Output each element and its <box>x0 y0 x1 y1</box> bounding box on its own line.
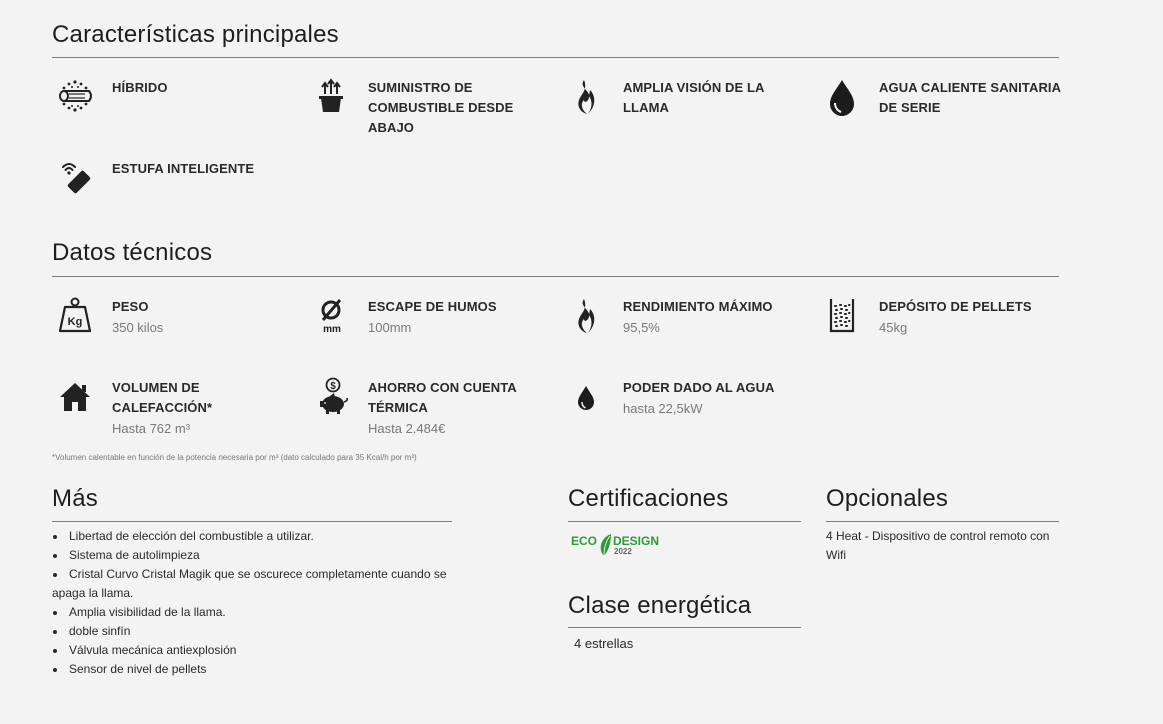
feature-estufa-inteligente: ESTUFA INTELIGENTE <box>52 159 282 197</box>
diameter-mm-icon: mm <box>308 295 354 335</box>
list-item: Sistema de autolimpieza <box>52 546 452 565</box>
svg-text:$: $ <box>330 381 336 392</box>
flame-icon <box>563 76 609 116</box>
feature-agua-caliente: AGUA CALIENTE SANITARIA DE SERIE <box>819 78 1064 118</box>
dato-value: hasta 22,5kW <box>623 401 703 416</box>
section-divider <box>568 627 801 628</box>
feature-label: SUMINISTRO DE COMBUSTIBLE DESDE ABAJO <box>368 80 514 135</box>
section-divider <box>568 521 801 522</box>
piggy-bank-icon: $ <box>308 376 354 416</box>
dato-label: AHORRO CON CUENTA TÉRMICA <box>368 380 517 415</box>
svg-text:mm: mm <box>323 324 341 335</box>
section-title-opcionales: Opcionales <box>826 485 949 512</box>
mas-list: Libertad de elección del combustible a u… <box>52 527 452 679</box>
water-drop-icon <box>819 76 865 116</box>
footnote: *Volumen calentable en función de la pot… <box>52 453 417 462</box>
badge-design-text: DESIGN <box>613 534 659 548</box>
clase-value: 4 estrellas <box>574 636 634 651</box>
list-item: Libertad de elección del combustible a u… <box>52 527 452 546</box>
badge-eco-text: ECO <box>571 534 597 548</box>
dato-value: Hasta 762 m³ <box>112 421 191 436</box>
water-drop-icon <box>563 376 609 416</box>
kg-weight-icon: Kg <box>52 295 98 335</box>
feature-vision-llama: AMPLIA VISIÓN DE LA LLAMA <box>563 78 813 118</box>
dato-label: ESCAPE DE HUMOS <box>368 299 497 314</box>
list-item: Cristal Curvo Cristal Magik que se oscur… <box>52 565 452 603</box>
dato-volumen: VOLUMEN DE CALEFACCIÓN* Hasta 762 m³ <box>52 378 297 439</box>
feature-label: AGUA CALIENTE SANITARIA DE SERIE <box>879 80 1061 115</box>
dato-value: 350 kilos <box>112 320 164 335</box>
dato-value: 100mm <box>368 320 412 335</box>
dato-value: Hasta 2.484€ <box>368 421 446 436</box>
dato-value: 95,5% <box>623 320 660 335</box>
dato-peso: Kg PESO 350 kilos <box>52 297 292 338</box>
dato-label: RENDIMIENTO MÁXIMO <box>623 299 773 314</box>
dato-escape-humos: mm ESCAPE DE HUMOS 100mm <box>308 297 548 338</box>
feature-label: HÍBRIDO <box>112 80 168 95</box>
feature-label: ESTUFA INTELIGENTE <box>112 161 255 176</box>
feature-label: AMPLIA VISIÓN DE LA LLAMA <box>623 80 765 115</box>
hybrid-log-pellet-icon <box>52 76 98 116</box>
dato-rendimiento: RENDIMIENTO MÁXIMO 95,5% <box>563 297 813 338</box>
section-divider <box>52 521 452 522</box>
dato-deposito: DEPÓSITO DE PELLETS 45kg <box>819 297 1064 338</box>
dato-ahorro: $ AHORRO CON CUENTA TÉRMICA Hasta 2.484€ <box>308 376 533 439</box>
section-title-mas: Más <box>52 485 98 512</box>
house-icon <box>52 376 98 416</box>
section-title-certificaciones: Certificaciones <box>568 485 729 512</box>
dato-label: DEPÓSITO DE PELLETS <box>879 299 1032 314</box>
list-item: Válvula mecánica antiexplosión <box>52 641 452 660</box>
section-title-caracteristicas: Características principales <box>52 21 339 48</box>
svg-text:Kg: Kg <box>68 316 83 328</box>
list-item: doble sinfín <box>52 622 452 641</box>
opcionales-value: 4 Heat - Dispositivo de control remoto c… <box>826 529 1050 562</box>
flame-icon <box>563 295 609 335</box>
dato-label: PESO <box>112 299 149 314</box>
section-divider <box>52 276 1059 277</box>
ecodesign-badge: ECO DESIGN 2022 <box>571 528 666 560</box>
section-divider <box>52 57 1059 58</box>
bottom-feed-icon <box>308 76 354 116</box>
smartphone-wifi-icon <box>52 157 98 197</box>
list-item: Sensor de nivel de pellets <box>52 660 452 679</box>
dato-label: VOLUMEN DE CALEFACCIÓN* <box>112 380 213 415</box>
badge-year-text: 2022 <box>614 547 632 556</box>
dato-value: 45kg <box>879 320 908 335</box>
section-divider <box>826 521 1059 522</box>
dato-poder-agua: PODER DADO AL AGUA hasta 22,5kW <box>563 378 813 419</box>
dato-label: PODER DADO AL AGUA <box>623 380 775 395</box>
pellet-tank-icon <box>819 295 865 335</box>
feature-hibrido: HÍBRIDO <box>52 78 282 116</box>
section-title-clase: Clase energética <box>568 592 752 619</box>
section-title-datos: Datos técnicos <box>52 239 213 266</box>
feature-suministro: SUMINISTRO DE COMBUSTIBLE DESDE ABAJO <box>308 78 548 138</box>
list-item: Amplia visibilidad de la llama. <box>52 603 452 622</box>
